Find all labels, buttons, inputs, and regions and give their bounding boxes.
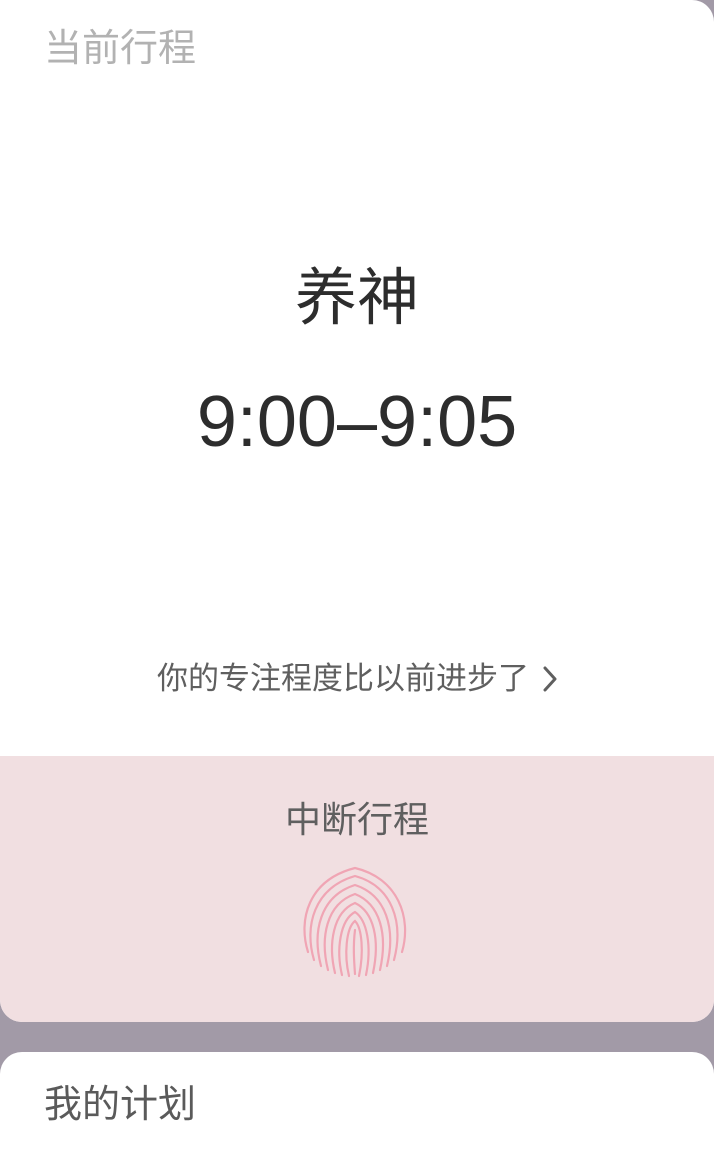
task-time-range: 9:00–9:05 [196, 382, 518, 462]
current-schedule-title: 当前行程 [44, 26, 197, 70]
interrupt-schedule-label: 中断行程 [284, 800, 429, 841]
screen: 当前行程 养神 9:00–9:05 你的专注程度比以前进步了 中断行程 我的计划 [0, 0, 714, 1156]
my-plan-title: 我的计划 [44, 1082, 197, 1126]
chevron-right-icon [543, 666, 557, 692]
focus-progress-text: 你的专注程度比以前进步了 [157, 661, 529, 697]
my-plan-card: 我的计划 [0, 1052, 714, 1156]
fingerprint-icon[interactable] [294, 860, 416, 982]
focus-progress-link[interactable]: 你的专注程度比以前进步了 [0, 656, 714, 702]
interrupt-schedule-panel[interactable]: 中断行程 [0, 756, 714, 1022]
current-schedule-card: 当前行程 养神 9:00–9:05 你的专注程度比以前进步了 中断行程 [0, 0, 714, 1022]
task-name: 养神 [294, 261, 419, 334]
